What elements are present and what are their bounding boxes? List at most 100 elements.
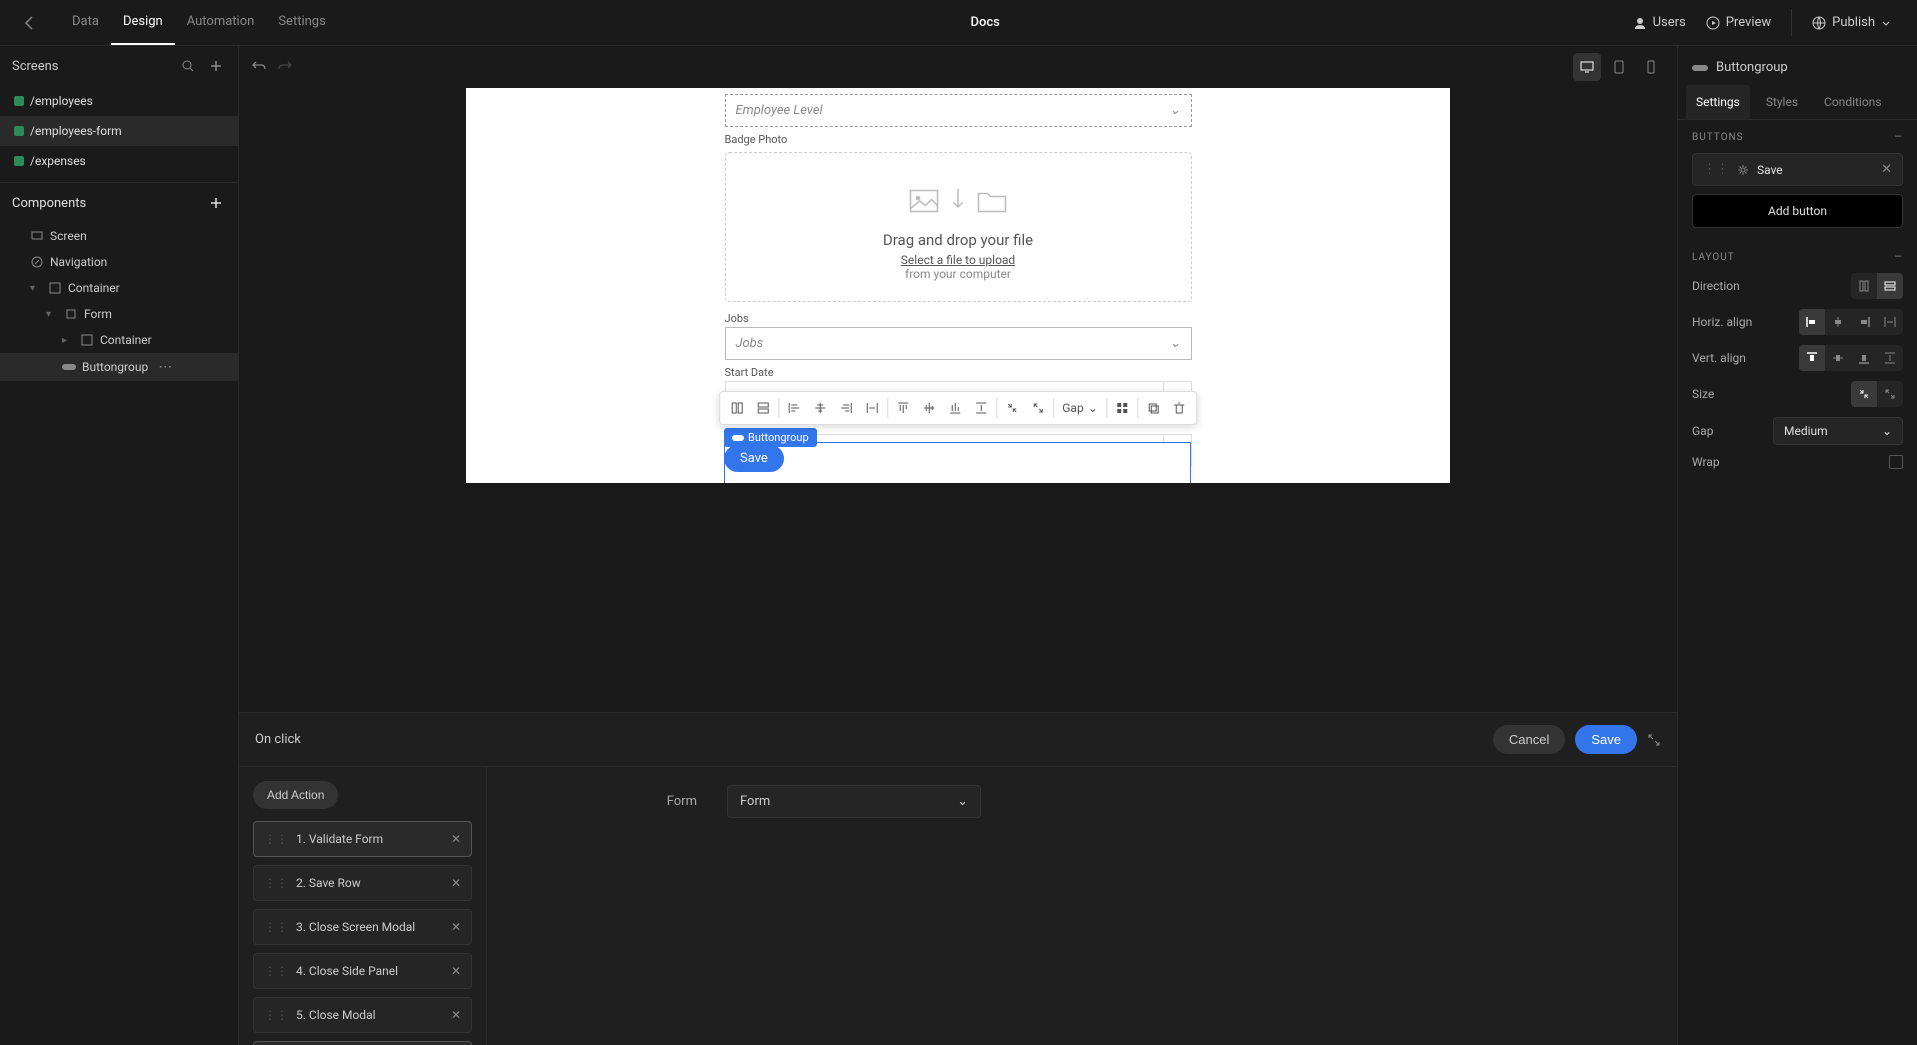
- button-config-save[interactable]: ⋮⋮ Save ✕: [1692, 153, 1903, 186]
- close-icon[interactable]: ✕: [451, 964, 461, 978]
- expand-button[interactable]: [1647, 733, 1661, 747]
- valign-stretch-button[interactable]: [968, 396, 994, 420]
- collapse-icon[interactable]: —: [1894, 132, 1903, 143]
- action-item[interactable]: ⋮⋮ 5. Close Modal ✕: [253, 997, 472, 1033]
- config-form-select[interactable]: Form ⌄: [727, 785, 981, 818]
- tab-automation[interactable]: Automation: [175, 0, 267, 45]
- align-right-button[interactable]: [833, 396, 859, 420]
- redo-button[interactable]: [277, 59, 293, 75]
- cancel-button[interactable]: Cancel: [1493, 725, 1565, 754]
- delete-button[interactable]: [1166, 396, 1192, 420]
- add-component-button[interactable]: [206, 193, 226, 213]
- halign-right[interactable]: [1851, 309, 1877, 335]
- wrap-checkbox[interactable]: [1889, 455, 1903, 469]
- gap-dropdown[interactable]: Gap ⌄: [1056, 396, 1104, 420]
- tab-settings-panel[interactable]: Settings: [1686, 85, 1750, 119]
- buttongroup-icon: [732, 434, 744, 442]
- drag-handle-icon[interactable]: ⋮⋮: [264, 964, 288, 978]
- drag-handle-icon[interactable]: ⋮⋮: [264, 876, 288, 890]
- valign-bottom-button[interactable]: [942, 396, 968, 420]
- device-tablet[interactable]: [1605, 53, 1633, 81]
- tree-item-screen[interactable]: Screen: [0, 223, 238, 249]
- drag-handle-icon[interactable]: ⋮⋮: [1703, 162, 1729, 177]
- save-button[interactable]: Save: [1575, 725, 1637, 754]
- screen-item-employees[interactable]: /employees: [0, 86, 238, 116]
- size-grow-button[interactable]: [1025, 396, 1051, 420]
- direction-col-button[interactable]: [724, 396, 750, 420]
- more-icon[interactable]: ⋯: [158, 359, 173, 375]
- add-button[interactable]: Add button: [1692, 194, 1903, 228]
- halign-left[interactable]: [1799, 309, 1825, 335]
- tree-item-form[interactable]: ▾ Form: [0, 301, 238, 327]
- tab-data[interactable]: Data: [60, 0, 111, 45]
- action-item[interactable]: ⋮⋮ 1. Validate Form ✕: [253, 821, 472, 857]
- drag-handle-icon[interactable]: ⋮⋮: [264, 920, 288, 934]
- size-shrink-button[interactable]: [999, 396, 1025, 420]
- action-item[interactable]: ⋮⋮ 6. Clear Form ✕: [253, 1041, 472, 1045]
- action-item[interactable]: ⋮⋮ 2. Save Row ✕: [253, 865, 472, 901]
- tree-item-buttongroup[interactable]: Buttongroup ⋯: [0, 353, 238, 381]
- publish-button[interactable]: Publish: [1791, 9, 1901, 36]
- drag-handle-icon[interactable]: ⋮⋮: [264, 1008, 288, 1022]
- jobs-select[interactable]: Jobs ⌄: [725, 327, 1192, 360]
- users-button[interactable]: Users: [1633, 15, 1686, 30]
- close-icon[interactable]: ✕: [451, 1008, 461, 1022]
- action-label: 1. Validate Form: [296, 832, 443, 846]
- close-icon[interactable]: ✕: [451, 876, 461, 890]
- canvas[interactable]: Employee Level ⌄ Badge Photo Drag and dr…: [466, 88, 1450, 483]
- valign-bottom[interactable]: [1851, 345, 1877, 371]
- direction-column[interactable]: [1851, 273, 1877, 299]
- duplicate-button[interactable]: [1140, 396, 1166, 420]
- preview-button[interactable]: Preview: [1706, 15, 1771, 30]
- close-icon[interactable]: ✕: [451, 832, 461, 846]
- dropzone-link[interactable]: Select a file to upload: [746, 253, 1171, 267]
- tree-item-container[interactable]: ▾ Container: [0, 275, 238, 301]
- gear-icon[interactable]: [1737, 164, 1749, 176]
- valign-middle-button[interactable]: [916, 396, 942, 420]
- grid-button[interactable]: [1109, 396, 1135, 420]
- close-icon[interactable]: ✕: [1881, 162, 1892, 177]
- close-icon[interactable]: ✕: [451, 920, 461, 934]
- employee-level-select[interactable]: Employee Level ⌄: [725, 94, 1192, 127]
- tree-item-container-inner[interactable]: ▸ Container: [0, 327, 238, 353]
- screen-item-employees-form[interactable]: /employees-form: [0, 116, 238, 146]
- screen-status-dot: [14, 126, 24, 136]
- back-button[interactable]: [16, 9, 44, 37]
- valign-top[interactable]: [1799, 345, 1825, 371]
- actions-drawer: On click Cancel Save Add Action ⋮⋮ 1. Va…: [239, 712, 1677, 1045]
- direction-row-button[interactable]: [750, 396, 776, 420]
- valign-stretch[interactable]: [1877, 345, 1903, 371]
- direction-row[interactable]: [1877, 273, 1903, 299]
- save-button-preview[interactable]: Save: [724, 445, 784, 472]
- add-action-button[interactable]: Add Action: [253, 781, 338, 809]
- valign-top-button[interactable]: [890, 396, 916, 420]
- tab-styles-panel[interactable]: Styles: [1756, 85, 1808, 119]
- device-desktop[interactable]: [1573, 53, 1601, 81]
- align-stretch-button[interactable]: [859, 396, 885, 420]
- search-screens-button[interactable]: [178, 56, 198, 76]
- size-grow[interactable]: [1877, 381, 1903, 407]
- action-label: 4. Close Side Panel: [296, 964, 443, 978]
- size-shrink[interactable]: [1851, 381, 1877, 407]
- tab-conditions-panel[interactable]: Conditions: [1814, 85, 1891, 119]
- add-screen-button[interactable]: [206, 56, 226, 76]
- halign-stretch[interactable]: [1877, 309, 1903, 335]
- tree-item-navigation[interactable]: Navigation: [0, 249, 238, 275]
- action-item[interactable]: ⋮⋮ 4. Close Side Panel ✕: [253, 953, 472, 989]
- screen-item-expenses[interactable]: /expenses: [0, 146, 238, 176]
- chevron-down-icon: ⌄: [1170, 336, 1181, 351]
- tab-design[interactable]: Design: [111, 0, 175, 45]
- action-item[interactable]: ⋮⋮ 3. Close Screen Modal ✕: [253, 909, 472, 945]
- drag-handle-icon[interactable]: ⋮⋮: [264, 832, 288, 846]
- valign-middle[interactable]: [1825, 345, 1851, 371]
- device-mobile[interactable]: [1637, 53, 1665, 81]
- align-center-button[interactable]: [807, 396, 833, 420]
- align-left-button[interactable]: [781, 396, 807, 420]
- tab-settings[interactable]: Settings: [266, 0, 337, 45]
- gap-select[interactable]: Medium ⌄: [1773, 417, 1903, 445]
- collapse-icon[interactable]: —: [1894, 252, 1903, 263]
- halign-center[interactable]: [1825, 309, 1851, 335]
- file-dropzone[interactable]: Drag and drop your file Select a file to…: [725, 152, 1192, 302]
- buttongroup-icon: [1692, 63, 1708, 73]
- undo-button[interactable]: [251, 59, 267, 75]
